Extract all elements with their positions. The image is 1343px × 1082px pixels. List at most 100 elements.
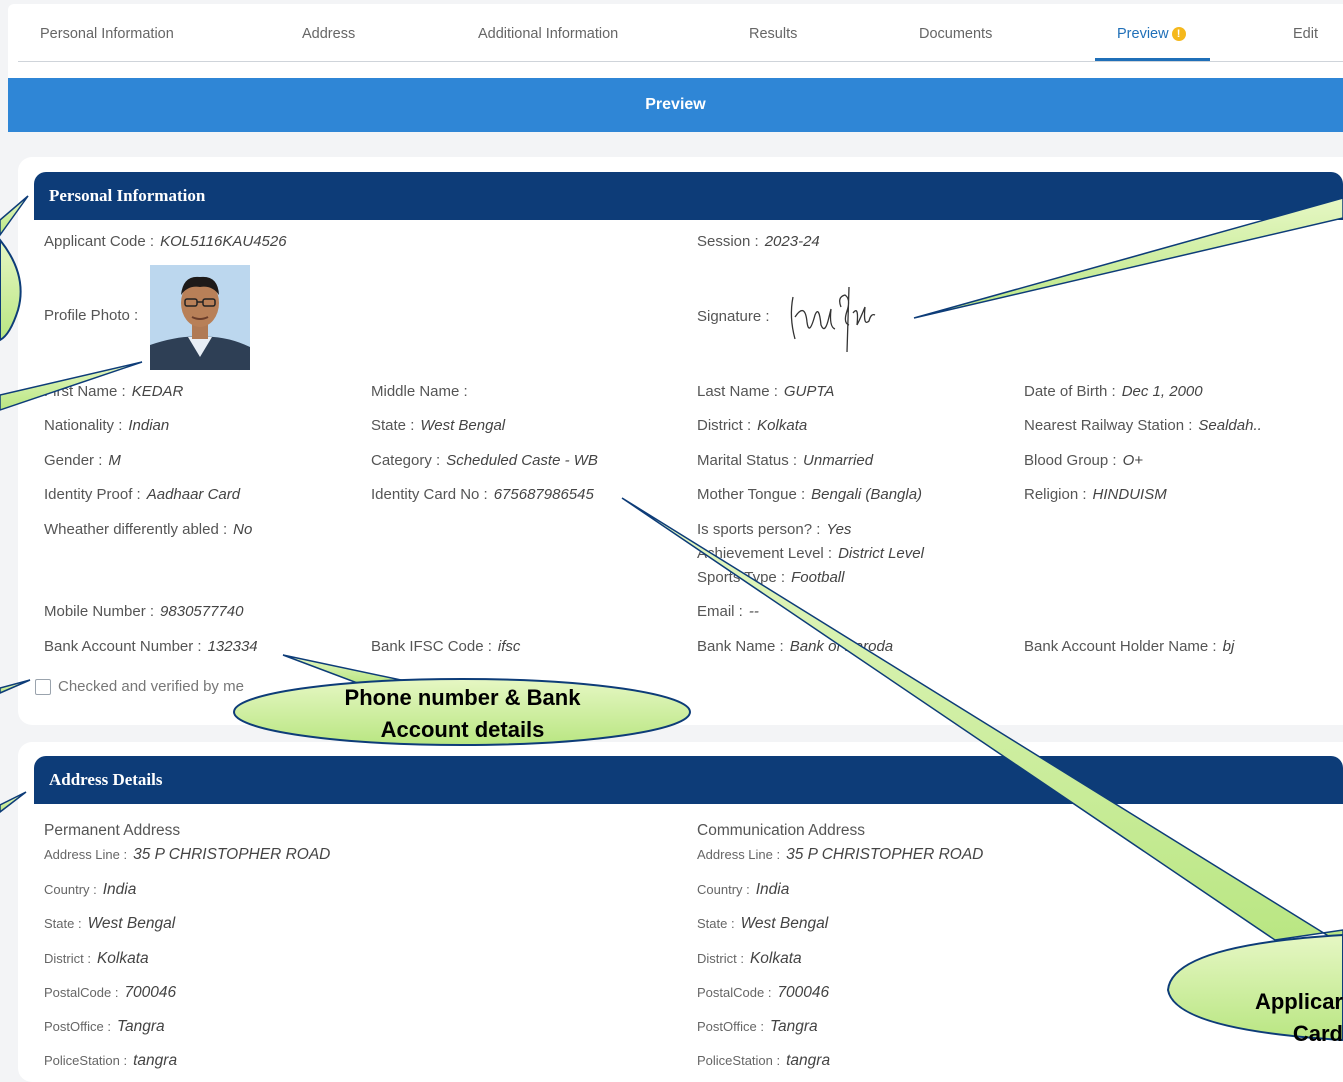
field-value: Kolkata [757,417,808,434]
verified-checkbox[interactable] [35,679,51,695]
field-value: Yes [826,521,852,538]
field-label: Marital Status : [697,452,798,469]
field-value: bj [1222,638,1235,655]
warning-badge-icon: ! [1171,27,1186,41]
tab-results[interactable]: Results [749,26,797,42]
field-label: Bank Name : [697,638,784,655]
field-label: Bank Account Number : [44,638,202,655]
tab-additional-information[interactable]: Additional Information [478,26,618,42]
communication-address-title: Communication Address [697,822,865,839]
religion-field: Religion : HINDUISM [1024,486,1167,503]
achievement-level-field: Achievement Level : District Level [697,545,924,562]
field-label: Country : [44,882,97,897]
id-card-callout-text: Applicar Card [1240,986,1343,1050]
field-label: Middle Name : [371,383,468,400]
tab-preview[interactable]: Preview! [1117,26,1186,42]
field-value: O+ [1122,452,1143,469]
field-label: Session : [697,233,759,250]
field-label: PostOffice : [697,1019,764,1034]
field-value: Scheduled Caste - WB [446,452,598,469]
state-field: State : West Bengal [371,417,505,434]
account-holder-field: Bank Account Holder Name : bj [1024,638,1234,655]
field-label: State : [371,417,415,434]
session-field: Session : 2023-24 [697,233,820,250]
mother-tongue-field: Mother Tongue : Bengali (Bangla) [697,486,922,503]
nationality-field: Nationality : Indian [44,417,169,434]
bank-callout-line2: Account details [380,717,545,742]
sports-person-field: Is sports person? : Yes [697,521,851,538]
field-label: Date of Birth : [1024,383,1116,400]
field-label: District : [44,951,91,966]
field-label: Address Line : [44,847,128,862]
tab-personal-information[interactable]: Personal Information [40,26,174,42]
field-value: GUPTA [783,383,835,400]
field-label: Last Name : [697,383,778,400]
identity-card-no-field: Identity Card No : 675687986545 [371,486,594,503]
field-label: Bank Account Holder Name : [1024,638,1217,655]
tab-divider [18,61,1343,62]
perm-address-line: Address Line : 35 P CHRISTOPHER ROAD [44,846,330,864]
field-label: Is sports person? : [697,521,821,538]
tab-edit[interactable]: Edit [1293,26,1318,42]
preview-banner: Preview [8,78,1343,132]
field-value: 2023-24 [764,233,820,250]
field-label: Achievement Level : [697,545,833,562]
gender-field: Gender : M [44,452,121,469]
field-value: No [233,521,253,538]
address-details-heading: Address Details [34,756,1343,804]
first-name-field: First Name : KEDAR [44,383,183,400]
field-value: Bengali (Bangla) [811,486,923,503]
field-value: tangra [133,1052,178,1069]
field-label: Gender : [44,452,103,469]
field-value: West Bengal [420,417,506,434]
field-label: District : [697,417,752,434]
personal-information-heading: Personal Information [34,172,1343,220]
profile-photo-label: Profile Photo : [44,307,138,324]
differently-abled-field: Wheather differently abled : No [44,521,252,538]
field-value: 675687986545 [493,486,594,503]
field-label: Category : [371,452,441,469]
perm-district: District : Kolkata [44,950,149,968]
railway-station-field: Nearest Railway Station : Sealdah.. [1024,417,1262,434]
field-label: Mobile Number : [44,603,155,620]
field-label: Email : [697,603,743,620]
comm-address-line: Address Line : 35 P CHRISTOPHER ROAD [697,846,983,864]
comm-country: Country : India [697,881,789,899]
field-label: Nationality : [44,417,123,434]
field-value: India [102,881,137,898]
field-label: Identity Proof : [44,486,141,503]
comm-postal-code: PostalCode : 700046 [697,984,829,1002]
tab-documents[interactable]: Documents [919,26,992,42]
field-value: Tangra [769,1018,818,1035]
field-value: Dec 1, 2000 [1121,383,1203,400]
field-label: Applicant Code : [44,233,155,250]
field-value: 35 P CHRISTOPHER ROAD [133,846,331,863]
field-label: PoliceStation : [44,1053,128,1068]
field-value: Sealdah.. [1198,417,1262,434]
field-label: Religion : [1024,486,1087,503]
verified-checkbox-label: Checked and verified by me [58,678,244,695]
field-label: Sports Type : [697,569,786,586]
field-value: Bank of Baroda [789,638,894,655]
field-label: State : [697,916,735,931]
field-value: KOL5116KAU4526 [160,233,287,250]
field-value: Football [791,569,845,586]
id-card-callout-line1: Applicar [1254,989,1343,1014]
tab-address[interactable]: Address [302,26,355,42]
field-label: Mother Tongue : [697,486,806,503]
field-label: District : [697,951,744,966]
date-of-birth-field: Date of Birth : Dec 1, 2000 [1024,383,1203,400]
field-value: West Bengal [740,915,829,932]
bank-ifsc-field: Bank IFSC Code : ifsc [371,638,520,655]
signature-image [790,286,876,352]
field-label: Country : [697,882,750,897]
field-label: Wheather differently abled : [44,521,228,538]
bank-account-number-field: Bank Account Number : 132334 [44,638,258,655]
perm-police-station: PoliceStation : tangra [44,1052,177,1070]
blood-group-field: Blood Group : O+ [1024,452,1143,469]
district-field: District : Kolkata [697,417,807,434]
field-value: ifsc [497,638,521,655]
field-value: Kolkata [96,950,149,967]
perm-postal-code: PostalCode : 700046 [44,984,176,1002]
comm-post-office: PostOffice : Tangra [697,1018,818,1036]
